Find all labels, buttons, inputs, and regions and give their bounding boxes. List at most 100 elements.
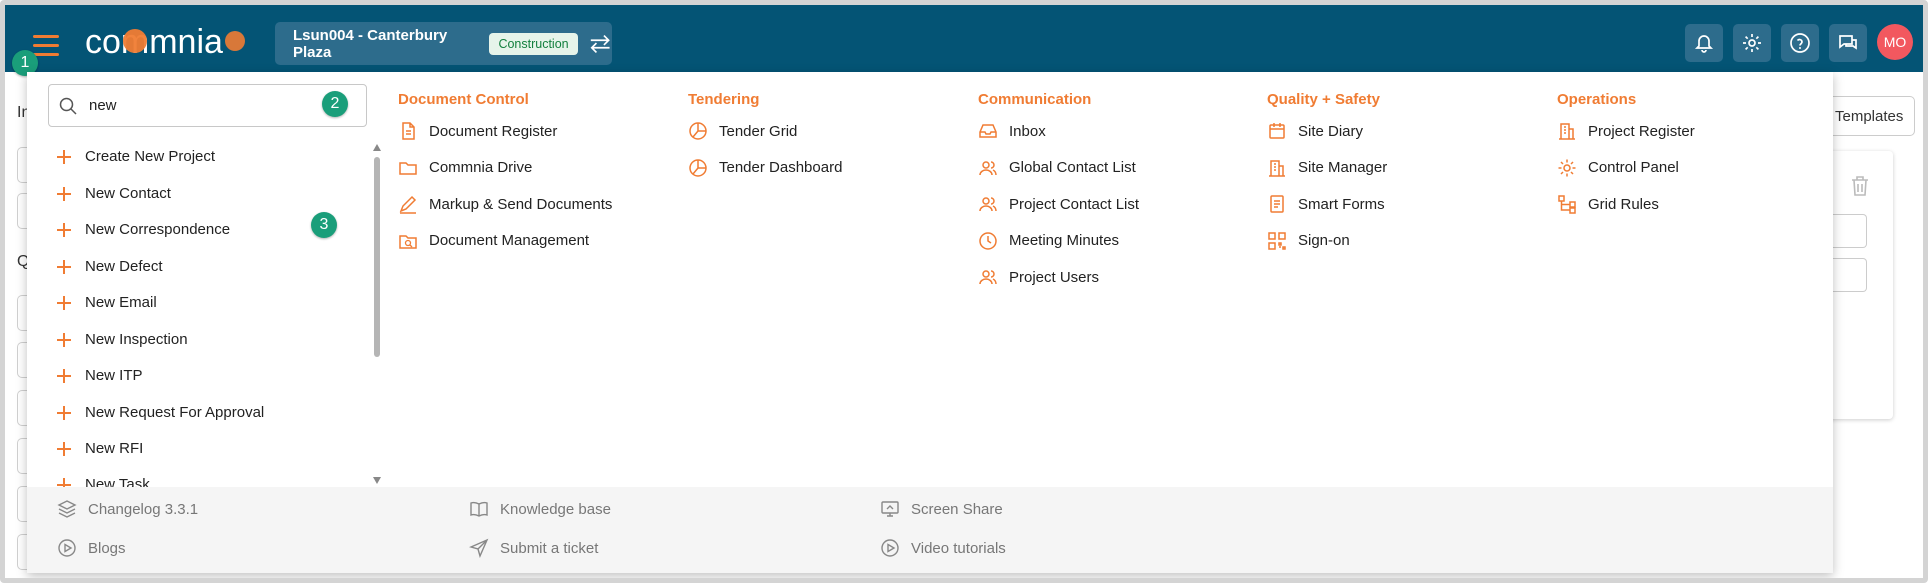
menu-item-site-diary[interactable]: Site Diary <box>1267 113 1387 150</box>
menu-item-site-manager[interactable]: Site Manager <box>1267 150 1387 187</box>
menu-columns: Document Control Document Register Commn… <box>383 72 1833 487</box>
project-name: Lsun004 - Canterbury Plaza <box>293 26 448 61</box>
footer-link-label: Submit a ticket <box>500 539 599 557</box>
menu-item-tender-grid[interactable]: Tender Grid <box>688 113 842 150</box>
menu-item-commnia-drive[interactable]: Commnia Drive <box>398 150 612 187</box>
menu-item-inbox[interactable]: Inbox <box>978 113 1139 150</box>
menu-item-label: Site Manager <box>1298 159 1388 177</box>
search-icon <box>59 97 77 115</box>
quick-actions-scrollbar[interactable] <box>373 144 381 484</box>
notifications-button[interactable] <box>1685 24 1723 62</box>
qr-code-icon <box>1268 232 1286 250</box>
chat-button[interactable] <box>1829 24 1867 62</box>
stage-badge: Construction <box>489 32 578 55</box>
menu-item-label: Meeting Minutes <box>1009 232 1120 250</box>
quick-action-new-inspection[interactable]: New Inspection <box>57 331 188 348</box>
menu-item-label: Tender Grid <box>719 122 798 140</box>
menu-item-smart-forms[interactable]: Smart Forms <box>1267 186 1387 223</box>
settings-button[interactable] <box>1733 24 1771 62</box>
menu-item-document-register[interactable]: Document Register <box>398 113 612 150</box>
menu-item-label: Global Contact List <box>1009 159 1136 177</box>
quick-action-new-rfi[interactable]: New RFI <box>57 440 143 457</box>
trash-icon[interactable] <box>1850 175 1870 197</box>
quick-action-new-itp[interactable]: New ITP <box>57 367 143 384</box>
menu-item-project-register[interactable]: Project Register <box>1557 113 1695 150</box>
menu-item-tender-dashboard[interactable]: Tender Dashboard <box>688 150 842 187</box>
menu-item-label: Document Management <box>429 232 590 250</box>
quick-action-label: New Inspection <box>85 331 188 348</box>
building-icon <box>1559 123 1575 140</box>
annotation-marker-3: 3 <box>311 212 337 238</box>
menu-column-operations: Operations Project Register Control Pane… <box>1557 91 1695 223</box>
quick-action-label: New Email <box>85 294 157 311</box>
quick-action-new-email[interactable]: New Email <box>57 294 157 311</box>
form-icon <box>1270 195 1284 213</box>
screen-share-icon <box>881 501 899 517</box>
top-bar: commnia Lsun004 - Canterbury Plaza Const… <box>5 5 1923 72</box>
footer-link-submit-ticket[interactable]: Submit a ticket <box>469 538 598 558</box>
hamburger-menu-icon[interactable] <box>33 35 59 57</box>
app-window: In Q Templates commnia Lsun004 - Canterb… <box>0 0 1928 583</box>
footer-link-label: Blogs <box>88 539 126 557</box>
swap-icon[interactable] <box>588 33 612 55</box>
menu-heading: Document Control <box>398 91 529 108</box>
search-input[interactable] <box>89 97 289 114</box>
menu-item-grid-rules[interactable]: Grid Rules <box>1557 186 1695 223</box>
project-switcher[interactable]: Lsun004 - Canterbury Plaza Construction <box>275 22 612 65</box>
quick-action-new-defect[interactable]: New Defect <box>57 258 163 275</box>
templates-button[interactable]: Templates <box>1820 96 1915 136</box>
send-icon <box>469 538 489 558</box>
footer-link-label: Knowledge base <box>500 500 611 518</box>
scroll-up-arrow[interactable] <box>373 144 381 151</box>
menu-item-meeting-minutes[interactable]: Meeting Minutes <box>978 223 1139 260</box>
scroll-thumb[interactable] <box>374 157 380 357</box>
menu-item-label: Project Users <box>1009 268 1100 286</box>
commnia-logo: commnia <box>85 23 245 61</box>
menu-item-label: Grid Rules <box>1588 195 1659 213</box>
user-avatar[interactable]: MO <box>1877 24 1913 60</box>
footer-link-blogs[interactable]: Blogs <box>57 538 126 558</box>
building-icon <box>1269 160 1285 177</box>
plus-icon <box>57 259 71 274</box>
menu-heading: Quality + Safety <box>1267 91 1380 108</box>
scroll-down-arrow[interactable] <box>373 477 381 484</box>
quick-action-new-task[interactable]: New Task <box>57 476 150 487</box>
menu-item-label: Sign-on <box>1298 232 1350 250</box>
menu-item-global-contact-list[interactable]: Global Contact List <box>978 150 1139 187</box>
play-circle-icon <box>881 539 899 557</box>
plus-icon <box>57 332 71 347</box>
menu-item-document-management[interactable]: Document Management <box>398 223 612 260</box>
help-button[interactable] <box>1781 24 1819 62</box>
annotation-marker-2: 2 <box>322 91 348 117</box>
footer-link-changelog[interactable]: Changelog 3.3.1 <box>57 499 198 519</box>
menu-column-communication: Communication Inbox Global Contact List … <box>978 91 1139 296</box>
bell-icon <box>1694 35 1714 53</box>
quick-actions-column: 2 Create New Project New Contact New Cor… <box>27 72 383 487</box>
quick-action-new-request-for-approval[interactable]: New Request For Approval <box>57 404 264 421</box>
quick-action-create-new-project[interactable]: Create New Project <box>57 148 215 165</box>
quick-action-label: New Task <box>85 476 150 487</box>
menu-item-label: Project Contact List <box>1009 195 1140 213</box>
menu-item-markup-send-documents[interactable]: Markup & Send Documents <box>398 186 612 223</box>
pie-chart-icon <box>689 159 707 177</box>
menu-item-control-panel[interactable]: Control Panel <box>1557 150 1695 187</box>
footer-link-label: Screen Share <box>911 500 1003 518</box>
quick-action-new-correspondence[interactable]: New Correspondence <box>57 221 230 238</box>
menu-item-project-users[interactable]: Project Users <box>978 259 1139 296</box>
quick-action-new-contact[interactable]: New Contact <box>57 185 171 202</box>
plus-icon <box>57 222 71 237</box>
quick-action-label: New Defect <box>85 258 163 275</box>
plus-icon <box>57 368 71 383</box>
menu-item-project-contact-list[interactable]: Project Contact List <box>978 186 1139 223</box>
footer-link-video-tutorials[interactable]: Video tutorials <box>880 538 1006 558</box>
folder-icon <box>399 162 417 175</box>
menu-heading: Operations <box>1557 91 1637 108</box>
menu-column-document-control: Document Control Document Register Commn… <box>398 91 612 259</box>
search-box[interactable] <box>48 84 367 127</box>
plus-icon <box>57 149 71 164</box>
menu-item-sign-on[interactable]: Sign-on <box>1267 223 1387 260</box>
footer-link-knowledge-base[interactable]: Knowledge base <box>469 499 611 519</box>
gear-icon <box>1743 34 1761 52</box>
footer-link-screen-share[interactable]: Screen Share <box>880 499 1003 519</box>
quick-action-label: New RFI <box>85 440 144 457</box>
